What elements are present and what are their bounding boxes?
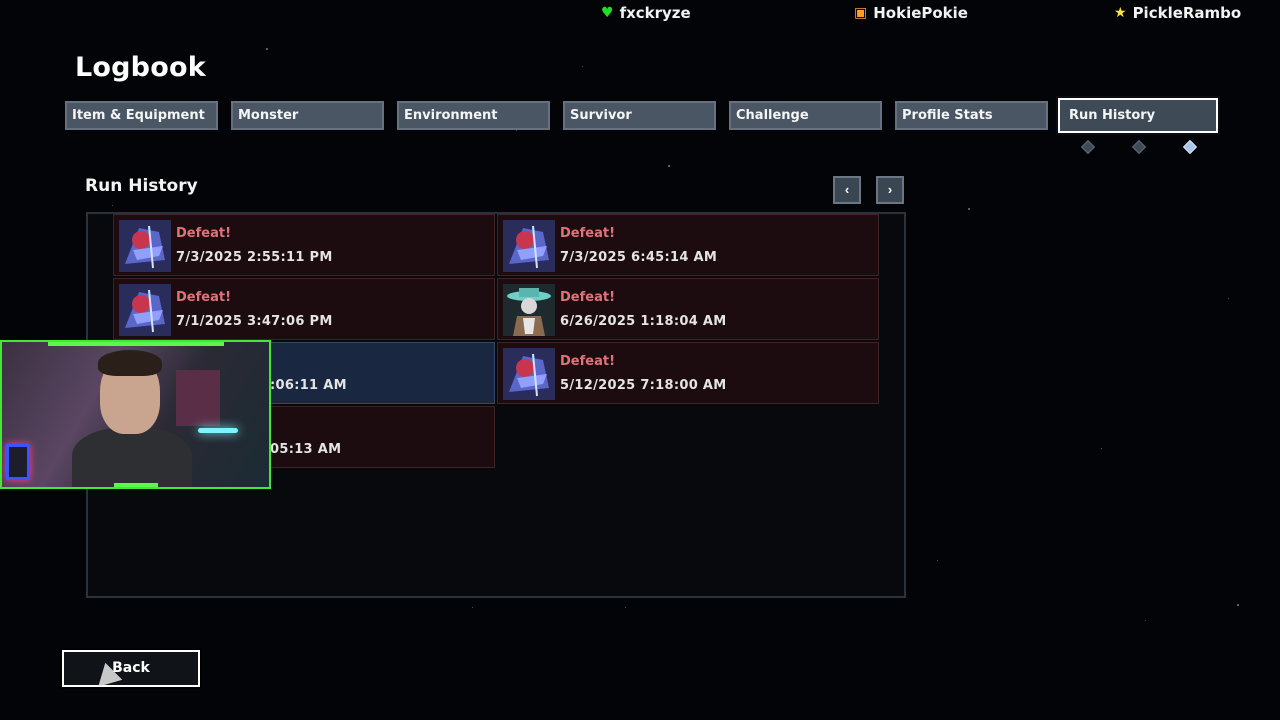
- section-title: Run History: [85, 176, 198, 196]
- back-button[interactable]: Back: [60, 648, 202, 689]
- page-dot[interactable]: [1131, 139, 1147, 155]
- gift-icon: ▣: [854, 5, 868, 21]
- run-entry[interactable]: Defeat! 6/26/2025 1:18:04 AM: [497, 278, 879, 340]
- run-date: 7/1/2025 3:47:06 PM: [176, 314, 333, 329]
- tab-run-history[interactable]: Run History: [1056, 96, 1220, 135]
- huntress-portrait-icon: [503, 220, 555, 272]
- heart-icon: ♥: [601, 5, 614, 21]
- run-date: 05:13 AM: [270, 442, 342, 457]
- tab-monster[interactable]: Monster: [231, 101, 384, 130]
- page-title: Logbook: [75, 52, 206, 83]
- tab-survivor[interactable]: Survivor: [563, 101, 716, 130]
- webcam-frame-accent: [48, 342, 224, 346]
- prev-page-button[interactable]: ‹: [833, 176, 861, 204]
- run-entry[interactable]: Defeat! 5/12/2025 7:18:00 AM: [497, 342, 879, 404]
- run-result: Defeat!: [176, 290, 231, 305]
- bandit-portrait-icon: [503, 284, 555, 336]
- webcam-poster: [176, 370, 220, 426]
- run-date: 6/26/2025 1:18:04 AM: [560, 314, 727, 329]
- huntress-portrait-icon: [119, 220, 171, 272]
- huntress-portrait-icon: [503, 348, 555, 400]
- page-dot[interactable]: [1080, 139, 1096, 155]
- run-result: Defeat!: [560, 354, 615, 369]
- page-dot-active[interactable]: [1182, 139, 1198, 155]
- run-date: 7/3/2025 6:45:14 AM: [560, 250, 718, 265]
- webcam-pc-case: [6, 444, 30, 480]
- run-result: Defeat!: [176, 226, 231, 241]
- webcam-overlay: [0, 340, 271, 489]
- huntress-portrait-icon: [119, 284, 171, 336]
- tab-profile-stats[interactable]: Profile Stats: [895, 101, 1048, 130]
- run-date: 7/3/2025 2:55:11 PM: [176, 250, 333, 265]
- run-entry[interactable]: Defeat! 7/3/2025 6:45:14 AM: [497, 214, 879, 276]
- tab-item-equipment[interactable]: Item & Equipment: [65, 101, 218, 130]
- user-fxckryze: ♥ fxckryze: [601, 4, 691, 22]
- star-icon: ★: [1114, 5, 1127, 21]
- run-date: 5/12/2025 7:18:00 AM: [560, 378, 727, 393]
- run-entry[interactable]: Defeat! 7/3/2025 2:55:11 PM: [113, 214, 495, 276]
- webcam-frame-accent: [114, 483, 158, 487]
- tab-page-indicator: [1079, 139, 1199, 155]
- webcam-person-hair: [98, 350, 162, 376]
- user-picklerambo: ★ PickleRambo: [1114, 4, 1241, 22]
- webcam-person-body: [72, 428, 192, 487]
- webcam-neon-light: [198, 428, 238, 433]
- user-hokiepokie: ▣ HokiePokie: [854, 4, 968, 22]
- next-page-button[interactable]: ›: [876, 176, 904, 204]
- run-result: Defeat!: [560, 226, 615, 241]
- username: HokiePokie: [873, 4, 968, 22]
- run-date: :06:11 AM: [270, 378, 347, 393]
- run-entry[interactable]: Defeat! 7/1/2025 3:47:06 PM: [113, 278, 495, 340]
- tab-environment[interactable]: Environment: [397, 101, 550, 130]
- username: fxckryze: [619, 4, 691, 22]
- tab-challenge[interactable]: Challenge: [729, 101, 882, 130]
- username: PickleRambo: [1132, 4, 1242, 22]
- run-result: Defeat!: [560, 290, 615, 305]
